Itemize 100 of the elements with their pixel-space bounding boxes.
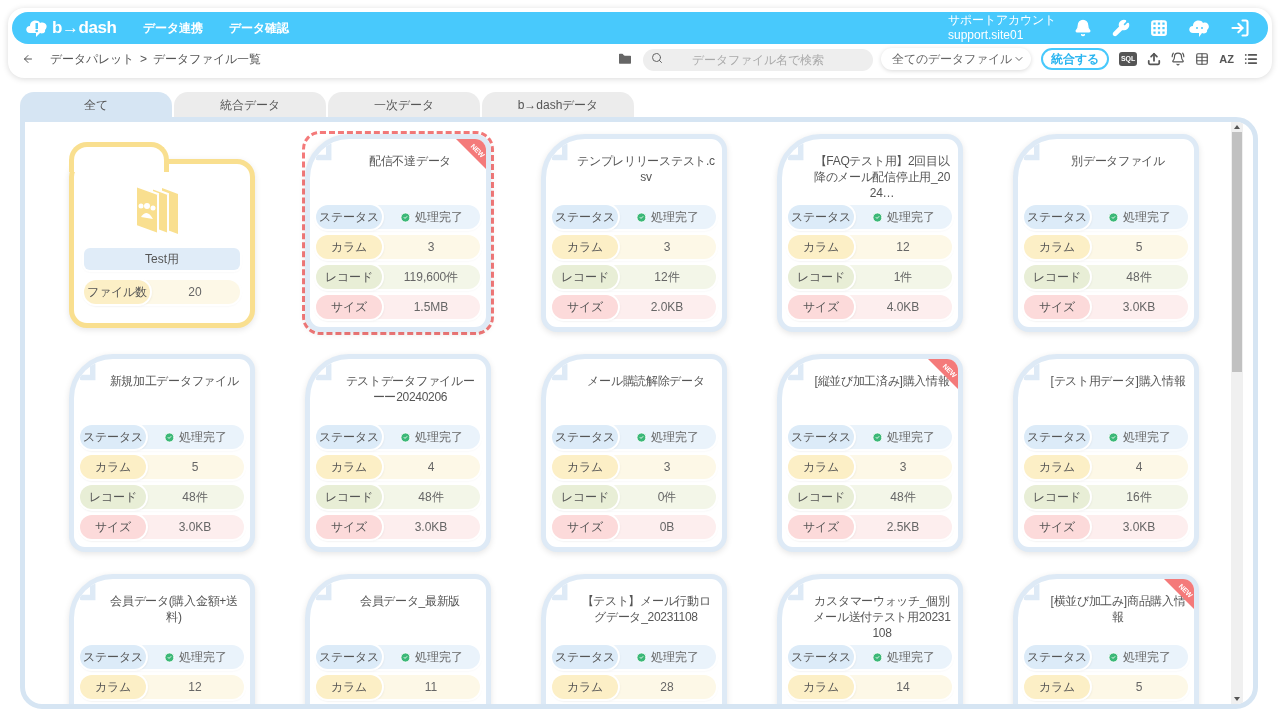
- field-value: 処理完了: [382, 428, 480, 446]
- file-card[interactable]: 【FAQテスト用】2回目以降のメール配信停止用_2024… ステータス 処理完了 カラム 12 レコード 1件 サイズ 4.0KB: [774, 131, 966, 335]
- file-card[interactable]: テストデータファイルーーー20240206 ステータス 処理完了 カラム 4 レコード 48件 サイズ 3.0KB: [302, 351, 494, 555]
- field-value: 48件: [1125, 269, 1153, 286]
- scrollbar[interactable]: [1231, 122, 1243, 704]
- tab[interactable]: 一次データ: [328, 92, 480, 117]
- field-label: レコード: [80, 485, 146, 509]
- sign-in-icon[interactable]: [1230, 18, 1250, 38]
- field-label: カラム: [316, 675, 382, 699]
- file-card[interactable]: 会員データ(購入金額+送料) ステータス 処理完了 カラム 12: [66, 571, 258, 704]
- field-label: カラム: [1024, 455, 1090, 479]
- check-icon: [1107, 431, 1119, 443]
- wrench-icon[interactable]: [1112, 19, 1130, 37]
- file-filter-dropdown[interactable]: 全てのデータファイル: [880, 48, 1031, 70]
- logo-text: b→dash: [52, 17, 117, 40]
- file-name: テンプレリリーステスト.csv: [576, 153, 716, 186]
- field-value: 12: [895, 239, 911, 256]
- file-name: メール購読解除データ: [587, 373, 705, 390]
- field-value: 処理完了: [146, 428, 244, 446]
- account-id: support.site01: [948, 28, 1025, 43]
- field-label: ファイル数: [84, 280, 150, 304]
- field-label: レコード: [552, 265, 618, 289]
- search-icon: [650, 52, 663, 64]
- breadcrumb-item: データファイル一覧: [153, 51, 261, 68]
- field-value: 処理完了: [854, 428, 952, 446]
- check-icon: [635, 211, 647, 223]
- field-label: カラム: [788, 235, 854, 259]
- field-label: ステータス: [1024, 205, 1090, 229]
- field-label: ステータス: [316, 205, 382, 229]
- field-label: レコード: [316, 485, 382, 509]
- file-card[interactable]: 会員データ_最新版 ステータス 処理完了 カラム 11: [302, 571, 494, 704]
- bell-icon[interactable]: [1074, 19, 1092, 37]
- field-value: 16件: [1125, 489, 1153, 506]
- field-label: サイズ: [1024, 295, 1090, 319]
- field-value: 処理完了: [854, 648, 952, 666]
- file-name: 会員データ(購入金額+送料): [109, 593, 239, 626]
- field-value: 0B: [658, 519, 676, 536]
- field-label: レコード: [788, 485, 854, 509]
- cloud-face-icon[interactable]: [1188, 18, 1210, 38]
- check-icon: [399, 211, 411, 223]
- file-card[interactable]: 新規加工データファイル ステータス 処理完了 カラム 5 レコード 48件 サイズ 3.0KB: [66, 351, 258, 555]
- field-label: カラム: [1024, 235, 1090, 259]
- list-icon[interactable]: [1244, 52, 1258, 66]
- field-label: サイズ: [552, 515, 618, 539]
- field-label: カラム: [80, 675, 146, 699]
- file-card[interactable]: テンプレリリーステスト.csv ステータス 処理完了 カラム 3 レコード 12件 サイズ 2.0KB: [538, 131, 730, 335]
- check-icon: [399, 431, 411, 443]
- field-value: 処理完了: [1090, 208, 1188, 226]
- breadcrumb-item[interactable]: データパレット: [50, 50, 134, 68]
- breadcrumb-item: >: [140, 51, 147, 68]
- field-label: レコード: [316, 265, 382, 289]
- field-label: カラム: [552, 675, 618, 699]
- field-label: ステータス: [80, 645, 146, 669]
- file-name: カスタマーウォッチ_個別メール送付テスト用20231108: [812, 593, 952, 642]
- tab[interactable]: 全て: [20, 92, 172, 117]
- file-card[interactable]: 別データファイル ステータス 処理完了 カラム 5 レコード 48件 サイズ 3.0KB: [1010, 131, 1202, 335]
- field-label: ステータス: [1024, 645, 1090, 669]
- field-label: レコード: [788, 265, 854, 289]
- field-value: 処理完了: [618, 428, 716, 446]
- tab[interactable]: 統合データ: [174, 92, 326, 117]
- file-name: テストデータファイルーーー20240206: [344, 373, 476, 406]
- file-name: 【テスト】メール行動ログデータ_20231108: [580, 593, 712, 626]
- field-value: 1.5MB: [412, 299, 450, 316]
- check-icon: [163, 431, 175, 443]
- field-label: サイズ: [80, 515, 146, 539]
- field-label: カラム: [1024, 675, 1090, 699]
- field-value: 処理完了: [1090, 648, 1188, 666]
- file-card[interactable]: 【テスト】メール行動ログデータ_20231108 ステータス 処理完了 カラム 28: [538, 571, 730, 704]
- check-icon: [871, 211, 883, 223]
- field-value: 5: [1134, 239, 1144, 256]
- field-label: ステータス: [316, 425, 382, 449]
- file-card[interactable]: [テスト用データ]購入情報 ステータス 処理完了 カラム 4 レコード 16件 サイズ 3.0KB: [1010, 351, 1202, 555]
- field-value: 3: [898, 459, 908, 476]
- upload-icon[interactable]: [1147, 52, 1162, 66]
- field-value: 0件: [656, 489, 678, 506]
- field-value: 処理完了: [382, 208, 480, 226]
- table-icon[interactable]: [1195, 52, 1210, 66]
- check-icon: [635, 651, 647, 663]
- sort-az-icon[interactable]: AZ: [1219, 50, 1234, 68]
- scroll-thumb[interactable]: [1232, 132, 1242, 372]
- account-name: サポートアカウント: [948, 13, 1056, 28]
- field-value: 28: [659, 679, 675, 696]
- file-name: 配信不達データ: [369, 153, 451, 170]
- back-icon[interactable]: [22, 53, 34, 65]
- file-card[interactable]: カスタマーウォッチ_個別メール送付テスト用20231108 ステータス 処理完了 カラム 14: [774, 571, 966, 704]
- file-name: 新規加工データファイル: [109, 373, 239, 390]
- field-label: ステータス: [1024, 425, 1090, 449]
- field-label: カラム: [80, 455, 146, 479]
- field-label: サイズ: [552, 295, 618, 319]
- tab[interactable]: b→dashデータ: [482, 92, 634, 117]
- check-icon: [871, 651, 883, 663]
- check-icon: [1107, 651, 1119, 663]
- field-value: 処理完了: [146, 648, 244, 666]
- field-value: 処理完了: [382, 648, 480, 666]
- grid-icon[interactable]: [1150, 19, 1168, 37]
- file-card[interactable]: メール購読解除データ ステータス 処理完了 カラム 3 レコード 0件 サイズ 0B: [538, 351, 730, 555]
- field-value: 処理完了: [1090, 428, 1188, 446]
- field-value: 119,600件: [402, 269, 460, 286]
- field-label: カラム: [316, 455, 382, 479]
- field-label: サイズ: [788, 515, 854, 539]
